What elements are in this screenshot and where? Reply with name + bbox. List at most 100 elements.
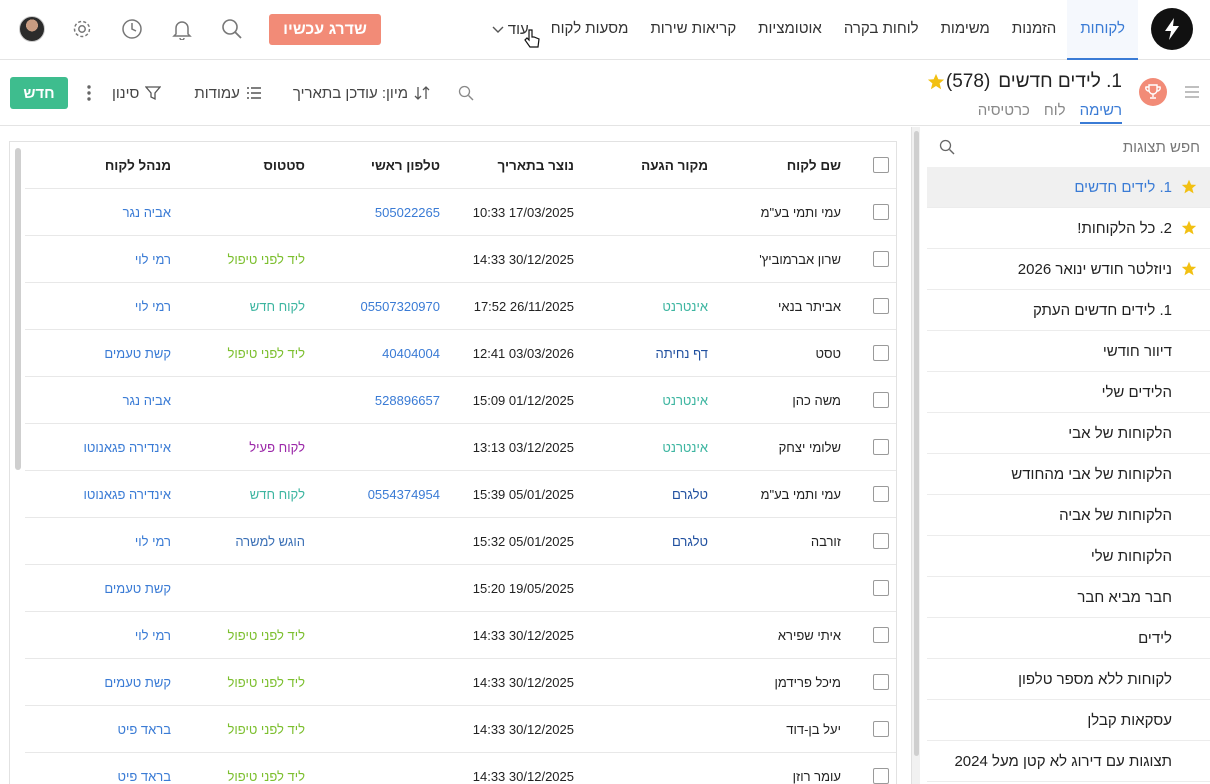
tab-cards[interactable]: כרטיסיה: [978, 102, 1030, 124]
cell-manager[interactable]: אינדירה פגאנוטו: [84, 471, 171, 518]
cell-phone[interactable]: 528896657: [375, 377, 440, 424]
cell-manager[interactable]: אביה נגר: [123, 377, 171, 424]
cell-name[interactable]: שרון אברמוביץ': [759, 236, 841, 283]
row-checkbox[interactable]: [873, 533, 889, 549]
table-row[interactable]: מיכל פרידמן 30/12/2025 14:33 ליד לפני טיפו…: [25, 659, 896, 706]
cell-manager[interactable]: קשת טעמים: [104, 659, 171, 706]
sidebar-view-item[interactable]: 1. לידים חדשים: [927, 167, 1210, 208]
row-checkbox[interactable]: [873, 627, 889, 643]
sort-button[interactable]: מיון: עודכן בתאריך: [293, 85, 430, 102]
sidebar-view-item[interactable]: תצוגות עם דירוג לא קטן מעל 2024: [927, 741, 1210, 782]
column-header-created[interactable]: נוצר בתאריך: [497, 142, 574, 189]
cell-manager[interactable]: רמי לוי: [135, 518, 171, 565]
nav-service-calls[interactable]: קריאות שירות: [639, 0, 747, 60]
column-header-name[interactable]: שם לקוח: [787, 142, 841, 189]
nav-automations[interactable]: אוטומציות: [747, 0, 833, 60]
views-search[interactable]: חפש תצוגות: [927, 127, 1210, 167]
nav-customers[interactable]: לקוחות: [1067, 0, 1138, 60]
cell-name[interactable]: משה כהן: [792, 377, 841, 424]
sidebar-view-item[interactable]: לקוחות ללא מספר טלפון: [927, 659, 1210, 700]
cell-manager[interactable]: קשת טעמים: [104, 330, 171, 377]
cell-manager[interactable]: רמי לוי: [135, 283, 171, 330]
nav-dashboards[interactable]: לוחות בקרה: [833, 0, 930, 60]
cell-manager[interactable]: קשת טעמים: [104, 565, 171, 612]
tab-board[interactable]: לוח: [1044, 102, 1066, 124]
sidebar-view-item[interactable]: הלקוחות של אבי: [927, 413, 1210, 454]
column-header-manager[interactable]: מנהל לקוח: [105, 142, 171, 189]
row-checkbox[interactable]: [873, 721, 889, 737]
sidebar-view-item[interactable]: הלקוחות שלי: [927, 536, 1210, 577]
cell-name[interactable]: מיכל פרידמן: [775, 659, 842, 706]
cell-name[interactable]: אביתר בנאי: [778, 283, 841, 330]
row-checkbox[interactable]: [873, 768, 889, 784]
more-vertical-icon[interactable]: [86, 84, 92, 102]
table-row[interactable]: עומר רוזן 30/12/2025 14:33 ליד לפני טיפול ב…: [25, 753, 896, 784]
row-checkbox[interactable]: [873, 392, 889, 408]
table-row[interactable]: שרון אברמוביץ' 30/12/2025 14:33 ליד לפני ט…: [25, 236, 896, 283]
table-row[interactable]: 19/05/2025 15:20 קשת טעמים: [25, 565, 896, 612]
cell-name[interactable]: איתי שפירא: [778, 612, 841, 659]
row-checkbox[interactable]: [873, 674, 889, 690]
table-row[interactable]: זורבה טלגרם 05/01/2025 15:32 הוגש למשרה רמי …: [25, 518, 896, 565]
cell-phone[interactable]: 505022265: [375, 189, 440, 236]
star-icon[interactable]: [1181, 179, 1197, 199]
bell-icon[interactable]: [170, 17, 194, 41]
table-row[interactable]: משה כהן אינטרנט 01/12/2025 15:09 528896657 א…: [25, 377, 896, 424]
column-header-phone[interactable]: טלפון ראשי: [371, 142, 440, 189]
cell-phone[interactable]: 05507320970: [360, 283, 440, 330]
row-checkbox[interactable]: [873, 251, 889, 267]
search-icon[interactable]: [458, 85, 474, 101]
cell-manager[interactable]: רמי לוי: [135, 612, 171, 659]
column-header-status[interactable]: סטטוס: [263, 142, 305, 189]
app-logo[interactable]: [1151, 8, 1193, 50]
cell-name[interactable]: יעל בן-דוד: [786, 706, 841, 753]
star-icon[interactable]: [1181, 261, 1197, 281]
column-header-source[interactable]: מקור הגעה: [641, 142, 708, 189]
table-row[interactable]: יעל בן-דוד 30/12/2025 14:33 ליד לפני טיפול…: [25, 706, 896, 753]
sidebar-view-item[interactable]: לידים: [927, 618, 1210, 659]
table-row[interactable]: שלומי יצחק אינטרנט 03/12/2025 13:13 לקוח פע…: [25, 424, 896, 471]
row-checkbox[interactable]: [873, 439, 889, 455]
panel-divider[interactable]: [911, 127, 920, 784]
sidebar-scrollbar[interactable]: [914, 131, 919, 756]
nav-customer-journeys[interactable]: מסעות לקוח: [540, 0, 640, 60]
columns-button[interactable]: עמודות: [194, 85, 262, 102]
nav-tasks[interactable]: משימות: [930, 0, 1001, 60]
sidebar-view-item[interactable]: 2. כל הלקוחות!: [927, 208, 1210, 249]
sidebar-view-item[interactable]: דיוור חודשי: [927, 331, 1210, 372]
select-all-checkbox[interactable]: [873, 157, 889, 173]
table-row[interactable]: עמי ותמי בע"מ 17/03/2025 10:33 505022265 אב…: [25, 189, 896, 236]
filter-button[interactable]: סינון: [112, 85, 162, 102]
cell-manager[interactable]: אביה נגר: [123, 189, 171, 236]
row-checkbox[interactable]: [873, 486, 889, 502]
cell-manager[interactable]: בראד פיט: [118, 753, 172, 784]
row-checkbox[interactable]: [873, 298, 889, 314]
cell-name[interactable]: עמי ותמי בע"מ: [761, 189, 841, 236]
cell-name[interactable]: שלומי יצחק: [779, 424, 841, 471]
new-button[interactable]: חדש: [10, 77, 68, 109]
table-scrollbar[interactable]: [15, 148, 21, 470]
cell-name[interactable]: עמי ותמי בע"מ: [761, 471, 841, 518]
row-checkbox[interactable]: [873, 204, 889, 220]
table-row[interactable]: אביתר בנאי אינטרנט 26/11/2025 17:52 0550732…: [25, 283, 896, 330]
cell-name[interactable]: עומר רוזן: [793, 753, 841, 784]
star-icon[interactable]: [1181, 220, 1197, 240]
clock-icon[interactable]: [120, 17, 144, 41]
tab-list[interactable]: רשימה: [1079, 102, 1122, 124]
table-row[interactable]: איתי שפירא 30/12/2025 14:33 ליד לפני טיפול…: [25, 612, 896, 659]
nav-orders[interactable]: הזמנות: [1001, 0, 1067, 60]
sidebar-view-item[interactable]: חבר מביא חבר: [927, 577, 1210, 618]
sidebar-view-item[interactable]: הלקוחות של אביה: [927, 495, 1210, 536]
sidebar-view-item[interactable]: 1. לידים חדשים העתק: [927, 290, 1210, 331]
row-checkbox[interactable]: [873, 580, 889, 596]
cell-manager[interactable]: בראד פיט: [118, 706, 172, 753]
table-row[interactable]: טסט דף נחיתה 03/03/2026 12:41 40404004 ליד ל…: [25, 330, 896, 377]
sidebar-view-item[interactable]: עסקאות קבלן: [927, 700, 1210, 741]
menu-icon[interactable]: [1184, 86, 1200, 98]
cell-manager[interactable]: אינדירה פגאנוטו: [84, 424, 171, 471]
cell-name[interactable]: טסט: [816, 330, 842, 377]
upgrade-button[interactable]: שדרג עכשיו: [269, 14, 381, 45]
sidebar-view-item[interactable]: ניוזלטר חודש ינואר 2026: [927, 249, 1210, 290]
cell-name[interactable]: זורבה: [811, 518, 841, 565]
star-icon[interactable]: [927, 73, 945, 91]
